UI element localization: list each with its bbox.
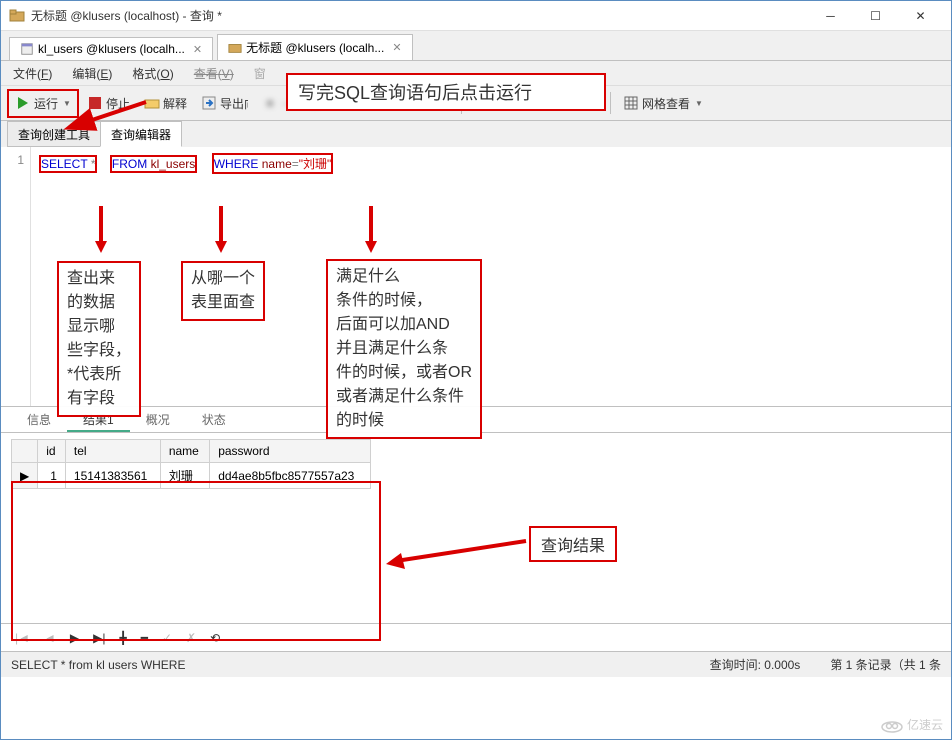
document-tabs: kl_users @klusers (localh... ✕ 无标题 @klus… (1, 31, 951, 61)
status-record: 第 1 条记录（共 1 条 (830, 656, 941, 673)
status-sql: SELECT * from kl users WHERE (11, 658, 185, 672)
menu-view[interactable]: 查看(V) (190, 63, 238, 84)
cell-name[interactable]: 刘珊 (160, 463, 209, 489)
maximize-button[interactable]: ☐ (853, 1, 898, 30)
grid-icon (623, 95, 639, 111)
menu-window[interactable]: 窗 (250, 63, 270, 84)
prev-record-button[interactable]: ◄ (40, 629, 60, 647)
cancel-button[interactable]: ✗ (182, 629, 200, 647)
add-record-button[interactable]: ╋ (115, 629, 130, 647)
run-label: 运行 (34, 95, 58, 112)
delete-record-button[interactable]: ━ (137, 629, 152, 647)
chevron-down-icon: ▼ (695, 99, 703, 108)
row-indicator: ▶ (12, 463, 38, 489)
last-record-button[interactable]: ▶| (89, 629, 109, 647)
export-icon (201, 95, 217, 111)
gridview-button[interactable]: 网格查看 ▼ (617, 91, 709, 116)
status-time: 查询时间: 0.000s (710, 656, 801, 673)
cell-tel[interactable]: 15141383561 (65, 463, 160, 489)
row-indicator-head (12, 440, 38, 463)
cell-id[interactable]: 1 (38, 463, 66, 489)
tab-status[interactable]: 状态 (186, 407, 242, 432)
doc-tab-2[interactable]: 无标题 @klusers (localh... ✕ (217, 34, 412, 60)
doc-tab-label: kl_users @klusers (localh... (38, 42, 185, 56)
next-record-button[interactable]: ▶ (66, 629, 83, 647)
close-tab-icon[interactable]: ✕ (392, 41, 401, 54)
menu-edit[interactable]: 编辑(E) (68, 63, 116, 84)
statusbar: SELECT * from kl users WHERE 查询时间: 0.000… (1, 651, 951, 677)
annotation-top-note: 写完SQL查询语句后点击运行 (286, 73, 606, 111)
col-id[interactable]: id (38, 440, 66, 463)
close-button[interactable]: ✕ (898, 1, 943, 30)
doc-tab-label: 无标题 @klusers (localh... (246, 39, 384, 56)
doc-tab-1[interactable]: kl_users @klusers (localh... ✕ (9, 37, 213, 60)
cell-password[interactable]: dd4ae8b5fbc8577557a23 (210, 463, 371, 489)
annotation-select-note: 查出来 的数据 显示哪 些字段， *代表所 有字段 (57, 261, 141, 417)
annotation-where-note: 满足什么 条件的时候， 后面可以加AND 并且满足什么条 件的时候，或者OR 或… (326, 259, 482, 439)
sql-select-fragment: SELECT * (39, 155, 97, 173)
menu-format[interactable]: 格式(O) (128, 63, 177, 84)
export-button[interactable]: 导出向导 (195, 91, 254, 116)
line-gutter: 1 (1, 147, 31, 406)
titlebar: 无标题 @klusers (localhost) - 查询 * ─ ☐ ✕ (1, 1, 951, 31)
explain-label: 解释 (163, 95, 187, 112)
play-icon (15, 95, 31, 111)
refresh-button[interactable]: ⟲ (206, 629, 224, 647)
watermark: 亿速云 (881, 716, 943, 733)
col-password[interactable]: password (210, 440, 371, 463)
annotation-from-note: 从哪一个 表里面查 (181, 261, 265, 321)
annotation-result-label: 查询结果 (529, 526, 617, 562)
record-nav-bar: |◄ ◄ ▶ ▶| ╋ ━ ✓ ✗ ⟲ (1, 623, 951, 651)
results-grid-area: id tel name password ▶ 1 15141383561 刘珊 … (1, 433, 951, 623)
table-row[interactable]: ▶ 1 15141383561 刘珊 dd4ae8b5fbc8577557a23 (12, 463, 371, 489)
first-record-button[interactable]: |◄ (11, 629, 34, 647)
menu-file[interactable]: 文件(F) (9, 63, 56, 84)
commit-button[interactable]: ✓ (158, 629, 176, 647)
gridview-label: 网格查看 (642, 95, 690, 112)
close-tab-icon[interactable]: ✕ (193, 43, 202, 56)
window-title: 无标题 @klusers (localhost) - 查询 * (31, 7, 808, 24)
app-icon (9, 8, 25, 24)
col-tel[interactable]: tel (65, 440, 160, 463)
export-label: 导出向导 (220, 95, 248, 112)
code-area[interactable]: SELECT * FROM kl_users WHERE name="刘珊" (31, 147, 951, 406)
results-table[interactable]: id tel name password ▶ 1 15141383561 刘珊 … (11, 439, 371, 489)
sql-from-fragment: FROM kl_users (110, 155, 197, 173)
table-header-row: id tel name password (12, 440, 371, 463)
sql-where-fragment: WHERE name="刘珊" (212, 153, 334, 174)
minimize-button[interactable]: ─ (808, 1, 853, 30)
col-name[interactable]: name (160, 440, 209, 463)
